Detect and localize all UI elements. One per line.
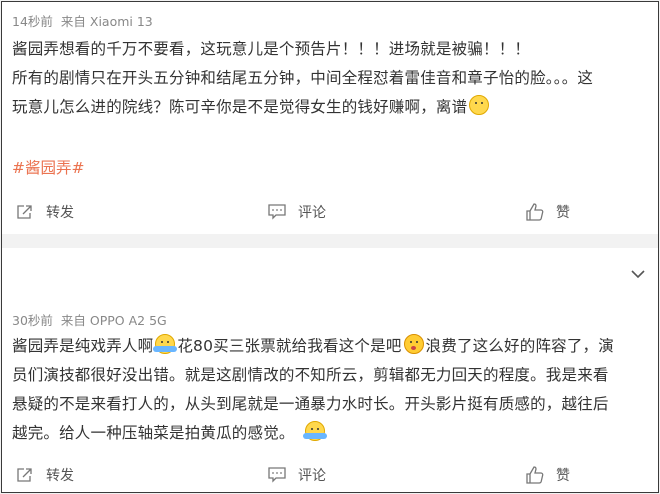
comment-label: 评论: [298, 205, 326, 221]
feed-frame: 14秒前 来自 Xiaomi 13 酱园弄想看的千万不要看，这玩意儿是个预告片！！…: [1, 1, 659, 493]
comment-label: 评论: [298, 468, 326, 484]
post-meta: 30秒前 来自 OPPO A2 5G: [12, 310, 167, 329]
post-body: 酱园弄想看的千万不要看，这玩意儿是个预告片！！！进场就是被骗！！！ 所有的剧情只…: [12, 35, 642, 122]
post-line-text: 越完。给人一种压轴菜是拍黄瓜的感觉。: [12, 424, 295, 442]
post-source: 来自 Xiaomi 13: [60, 14, 153, 29]
repost-button[interactable]: 转发: [16, 198, 74, 226]
comment-icon: [268, 204, 286, 220]
chevron-down-icon[interactable]: [630, 268, 646, 280]
shocked-emoji-icon: [403, 334, 424, 354]
like-label: 赞: [556, 468, 570, 484]
repost-icon: [17, 205, 32, 219]
post-line: 员们演技都很好没出错。就是这剧情改的不知所云，剪辑都无力回天的程度。我是来看: [12, 366, 609, 384]
post-line: 酱园弄想看的千万不要看，这玩意儿是个预告片！！！进场就是被骗！！！: [12, 40, 531, 58]
post-body: 酱园弄是纯戏弄人啊 花80买三张票就给我看这个是吧 浪费了这么好的阵容了，演 员们演…: [12, 332, 642, 448]
comment-button[interactable]: 评论: [268, 198, 326, 226]
repost-icon: [17, 468, 32, 482]
post-divider: [2, 234, 658, 248]
post-line-text: 花80买三张票就给我看这个是吧: [177, 337, 402, 355]
post-meta: 14秒前 来自 Xiaomi 13: [12, 11, 153, 30]
comment-button[interactable]: 评论: [268, 461, 326, 489]
post-line: 悬疑的不是来看打人的，从头到尾就是一通暴力水时长。开头影片挺有质感的，越往后: [12, 395, 609, 413]
hashtag-link[interactable]: #酱园弄#: [12, 156, 84, 178]
post-line: 所有的剧情只在开头五分钟和结尾五分钟，中间全程怼着雷佳音和章子怡的脸。。。这: [12, 69, 594, 87]
post-card: 14秒前 来自 Xiaomi 13 酱园弄想看的千万不要看，这玩意儿是个预告片！！…: [2, 2, 658, 234]
post-card: 30秒前 来自 OPPO A2 5G 酱园弄是纯戏弄人啊 花80买三张票就给我看这个…: [2, 298, 658, 492]
post-actions: 转发 评论 赞: [2, 198, 658, 226]
like-button[interactable]: 赞: [526, 198, 570, 226]
post-line-text: 酱园弄是纯戏弄人啊: [12, 337, 154, 355]
post-time: 14秒前: [12, 14, 53, 29]
hug-emoji-icon: [153, 334, 178, 354]
post-line: 越完。给人一种压轴菜是拍黄瓜的感觉。: [12, 419, 642, 448]
thumbs-up-icon: [526, 466, 544, 484]
post-actions: 转发 评论 赞: [2, 461, 658, 489]
like-label: 赞: [556, 205, 570, 221]
post-line: 酱园弄是纯戏弄人啊 花80买三张票就给我看这个是吧 浪费了这么好的阵容了，演: [12, 332, 642, 361]
hug-emoji-icon: [302, 421, 327, 441]
like-button[interactable]: 赞: [526, 461, 570, 489]
post-line-text: 玩意儿怎么进的院线？陈可辛你是不是觉得女生的钱好赚啊，离谱: [12, 98, 468, 116]
repost-button[interactable]: 转发: [16, 461, 74, 489]
comment-icon: [268, 467, 286, 483]
thinking-emoji-icon: [469, 95, 490, 115]
post-line-text: 浪费了这么好的阵容了，演: [425, 337, 614, 355]
repost-label: 转发: [46, 468, 74, 484]
post-line: 玩意儿怎么进的院线？陈可辛你是不是觉得女生的钱好赚啊，离谱: [12, 93, 642, 122]
expand-bar: [2, 248, 658, 298]
post-source: 来自 OPPO A2 5G: [60, 313, 167, 328]
repost-label: 转发: [46, 205, 74, 221]
post-time: 30秒前: [12, 313, 53, 328]
thumbs-up-icon: [526, 203, 544, 221]
